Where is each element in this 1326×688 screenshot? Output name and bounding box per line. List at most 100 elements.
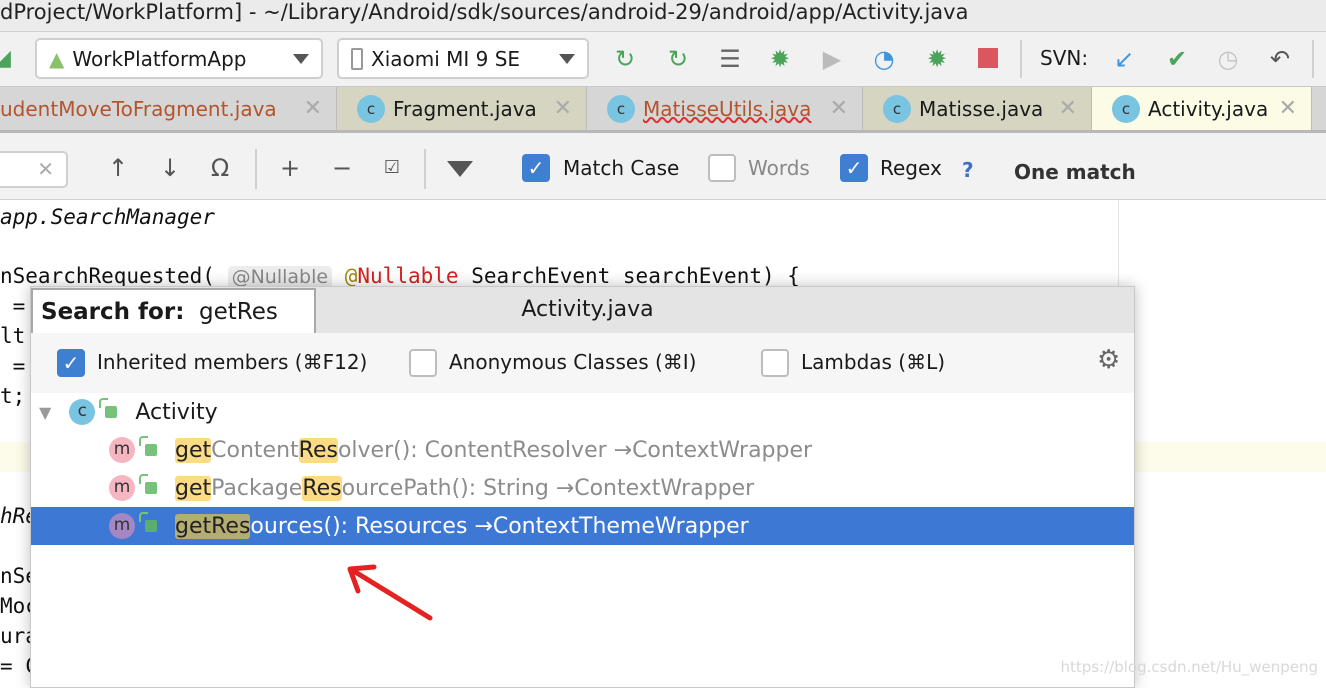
tree-item[interactable]: m getPackageResourcePath(): String →Cont… — [31, 469, 1134, 507]
inherited-members-checkbox[interactable]: ✓ — [57, 349, 85, 377]
separator — [424, 149, 426, 189]
tree-item-selected[interactable]: m getResources(): Resources →ContextThem… — [31, 507, 1134, 545]
svn-label: SVN: — [1040, 46, 1089, 70]
watermark: https://blog.csdn.net/Hu_wenpeng — [1060, 658, 1318, 676]
tab-activity[interactable]: c Activity.java ✕ — [1092, 87, 1312, 130]
tree-node-activity[interactable]: ▼ c Activity — [31, 393, 1134, 431]
file-structure-popup: Activity.java Search for: getRes ✓ Inher… — [30, 286, 1135, 688]
class-icon: c — [883, 94, 911, 123]
gear-icon[interactable]: ⚙ — [1097, 345, 1120, 375]
previous-occurrence-icon[interactable]: ↑ — [103, 153, 133, 183]
tree-item-label: getPackageResourcePath(): String →Contex… — [175, 475, 755, 501]
public-icon — [139, 474, 157, 494]
apply-changes-icon[interactable]: ↻ — [610, 44, 640, 74]
tab-matisse[interactable]: c Matisse.java ✕ — [863, 87, 1092, 130]
class-icon: c — [607, 94, 635, 123]
words-checkbox[interactable] — [708, 154, 736, 182]
run-config-label: WorkPlatformApp — [72, 46, 247, 71]
expand-triangle-icon[interactable]: ▼ — [39, 403, 51, 422]
close-icon[interactable]: ✕ — [554, 96, 572, 121]
inlay-hint: @Nullable — [227, 266, 333, 288]
editor-tabs: udentMoveToFragment.java ✕ c Fragment.java… — [0, 87, 1326, 133]
build-icon[interactable]: ◢ — [0, 46, 11, 71]
search-label: Search for: — [41, 299, 185, 325]
android-icon: ▲ — [49, 46, 65, 71]
code-line: = — [0, 294, 26, 318]
tree-item-label: getResources(): Resources →ContextThemeW… — [175, 513, 749, 539]
class-icon: c — [357, 94, 385, 123]
window-title: dProject/WorkPlatform] - ~/Library/Andro… — [0, 0, 1326, 32]
public-icon — [139, 436, 157, 456]
coverage-icon[interactable]: ▶ — [817, 44, 847, 74]
annotation-arrow — [347, 564, 433, 621]
revert-icon[interactable]: ↶ — [1265, 44, 1295, 74]
toolbar-separator — [1312, 40, 1314, 78]
tree-item-label: getContentResolver(): ContentResolver →C… — [175, 437, 813, 463]
close-icon[interactable]: ✕ — [1279, 96, 1297, 121]
debug-icon[interactable]: ✹ — [765, 44, 795, 74]
device-dropdown[interactable]: Xiaomi MI 9 SE — [337, 38, 589, 79]
select-occurrence-icon[interactable]: ☑ — [377, 153, 407, 183]
run-config-dropdown[interactable]: ▲ WorkPlatformApp — [35, 38, 323, 79]
select-all-occurrences-icon[interactable]: Ω — [205, 153, 235, 183]
find-input[interactable]: ✕ — [0, 151, 68, 188]
match-count: One match — [1014, 160, 1136, 184]
phone-icon — [351, 47, 363, 70]
tab-fragment[interactable]: c Fragment.java ✕ — [337, 87, 587, 130]
tab-label: Matisse.java — [919, 96, 1044, 121]
stop-icon[interactable] — [978, 48, 998, 68]
tab-label: Activity.java — [1148, 96, 1269, 121]
lambdas-checkbox[interactable] — [761, 349, 789, 377]
clear-icon[interactable]: ✕ — [37, 157, 54, 181]
regex-label: Regex — [880, 156, 942, 180]
tree-item[interactable]: m getContentResolver(): ContentResolver … — [31, 431, 1134, 469]
apply-code-changes-icon[interactable]: ↻ — [663, 44, 693, 74]
close-icon[interactable]: ✕ — [304, 96, 322, 121]
method-icon: m — [109, 437, 135, 463]
regex-checkbox[interactable]: ✓ — [840, 154, 868, 182]
arrow-shaft — [349, 567, 433, 621]
tab-studentmovetofragment[interactable]: udentMoveToFragment.java ✕ — [0, 87, 337, 130]
match-case-checkbox[interactable]: ✓ — [522, 154, 550, 182]
tab-matisseutils[interactable]: c MatisseUtils.java ✕ — [587, 87, 863, 130]
logcat-icon[interactable]: ☰ — [715, 44, 745, 74]
anonymous-classes-label: Anonymous Classes (⌘I) — [449, 350, 697, 374]
code-line: app.SearchManager — [0, 205, 215, 229]
add-occurrence-icon[interactable]: + — [275, 153, 305, 183]
close-icon[interactable]: ✕ — [1059, 96, 1077, 121]
tab-label: Fragment.java — [393, 96, 537, 121]
svn-update-icon[interactable]: ↙ — [1109, 44, 1139, 74]
svn-commit-icon[interactable]: ✔ — [1162, 44, 1192, 74]
public-icon — [99, 398, 118, 418]
history-icon[interactable]: ◷ — [1213, 44, 1243, 74]
words-label: Words — [748, 156, 810, 180]
main-toolbar: ◢ ▲ WorkPlatformApp Xiaomi MI 9 SE ↻ ↻ ☰… — [0, 32, 1326, 87]
popup-options: ✓ Inherited members (⌘F12) Anonymous Cla… — [31, 333, 1134, 393]
filter-icon[interactable] — [447, 161, 473, 177]
remove-occurrence-icon[interactable]: − — [327, 153, 357, 183]
separator — [255, 149, 257, 189]
chevron-down-icon — [293, 53, 309, 64]
speed-search-box[interactable]: Search for: getRes — [31, 288, 316, 337]
regex-help-link[interactable]: ? — [962, 158, 974, 182]
tab-label: udentMoveToFragment.java — [0, 96, 277, 121]
match-case-label: Match Case — [563, 156, 680, 180]
code-line: = — [0, 354, 26, 378]
lambdas-label: Lambdas (⌘L) — [801, 350, 946, 374]
inherited-members-label: Inherited members (⌘F12) — [97, 350, 368, 374]
search-value: getRes — [199, 299, 278, 325]
device-label: Xiaomi MI 9 SE — [371, 46, 521, 71]
class-icon: c — [1112, 94, 1140, 123]
profile-icon[interactable]: ◔ — [869, 44, 899, 74]
anonymous-classes-checkbox[interactable] — [409, 349, 437, 377]
code-line: lt — [0, 324, 26, 348]
toolbar-separator — [1020, 40, 1022, 78]
tab-label: MatisseUtils.java — [643, 96, 812, 121]
next-occurrence-icon[interactable]: ↓ — [155, 153, 185, 183]
class-icon: c — [69, 399, 96, 425]
chevron-down-icon — [559, 53, 575, 64]
close-icon[interactable]: ✕ — [830, 96, 848, 121]
code-line: t; — [0, 384, 26, 408]
attach-debugger-icon[interactable]: ✹ — [922, 44, 952, 74]
method-icon: m — [109, 513, 135, 539]
